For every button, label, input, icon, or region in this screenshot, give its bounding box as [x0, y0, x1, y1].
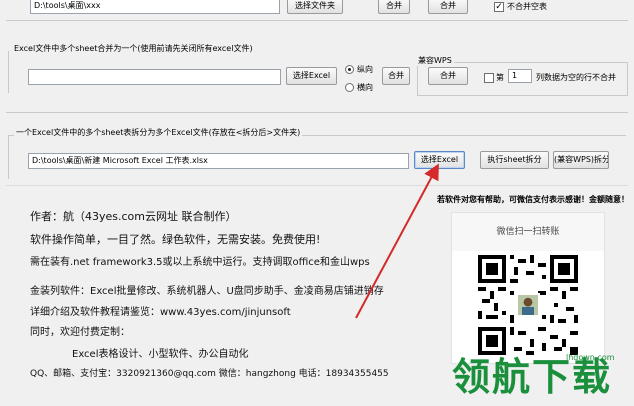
watermark-brand: 领航下载	[452, 355, 613, 399]
annotation-arrow	[355, 163, 439, 319]
